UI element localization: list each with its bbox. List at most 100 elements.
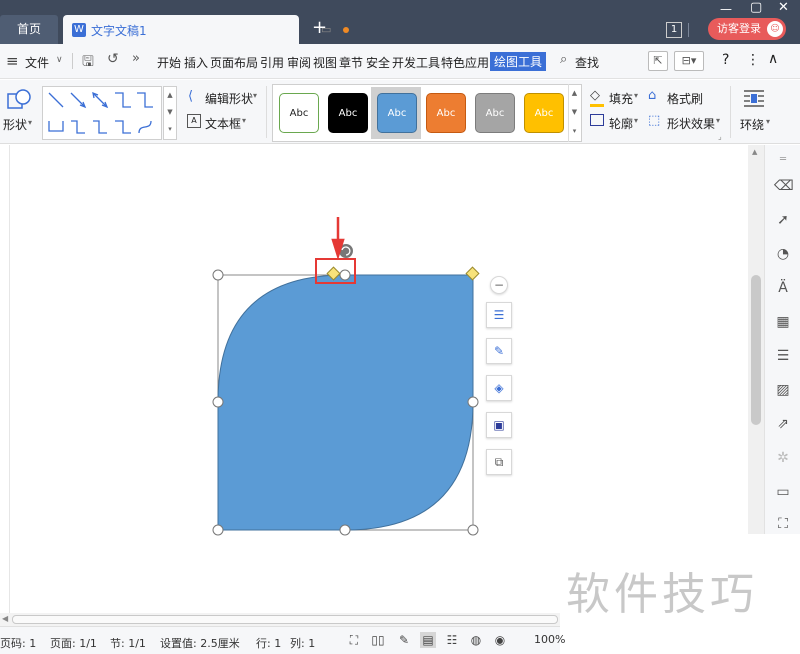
shape-effects-icon[interactable]: ⧉ xyxy=(486,449,512,475)
archive-icon[interactable]: ▭ xyxy=(774,483,792,501)
zoom-level[interactable]: 100% xyxy=(534,633,565,646)
login-button[interactable]: 访客登录 ☺ xyxy=(708,18,786,40)
textbox-button[interactable]: 文本框 xyxy=(205,115,241,132)
menu-page-layout[interactable]: 页面布局 xyxy=(210,54,258,71)
settings-gear-icon[interactable]: ✲ xyxy=(774,449,792,467)
menu-security[interactable]: 安全 xyxy=(366,54,390,71)
shape-outline-icon[interactable]: ▣ xyxy=(486,412,512,438)
chevron-down-icon[interactable]: ▾ xyxy=(634,116,638,125)
shape-style-gallery[interactable]: Abc Abc Abc Abc Abc Abc xyxy=(272,84,582,142)
format-painter-button[interactable]: 格式刷 xyxy=(667,90,703,107)
web-view-icon[interactable]: ◍ xyxy=(468,632,484,648)
menu-features[interactable]: 特色应用 xyxy=(441,54,489,71)
style-chip-gold[interactable]: Abc xyxy=(524,93,564,133)
share-export-icon[interactable]: ⇗ xyxy=(774,415,792,433)
menu-developer[interactable]: 开发工具 xyxy=(392,54,440,71)
menu-start[interactable]: 开始 xyxy=(157,54,181,71)
fill-icon[interactable]: ◇ xyxy=(590,88,600,103)
edit-shape-icon[interactable]: ⟨ xyxy=(188,89,193,104)
menu-file[interactable]: 文件 xyxy=(25,54,49,71)
style-chip-gray[interactable]: Abc xyxy=(475,93,515,133)
gallery-scroll[interactable]: ▲ ▼ ▾ xyxy=(163,86,177,140)
scroll-left-icon[interactable]: ◀ xyxy=(2,614,8,623)
wrap-text-icon[interactable] xyxy=(742,88,766,110)
chevron-down-icon[interactable]: ∨ xyxy=(56,55,63,65)
wrap-label[interactable]: 环绕 xyxy=(740,116,764,133)
share-icon[interactable]: ⇱ xyxy=(648,51,668,71)
style-gallery-scroll[interactable]: ▲ ▼ ▾ xyxy=(568,84,580,142)
new-tab-button[interactable]: + xyxy=(312,17,327,38)
chevron-down-icon[interactable]: ▾ xyxy=(634,91,638,100)
shape-effect-icon[interactable]: ⬚ xyxy=(648,113,660,128)
chevron-down-icon[interactable]: ▾ xyxy=(28,118,32,127)
scrollbar-thumb[interactable] xyxy=(12,615,558,624)
menu-references[interactable]: 引用 xyxy=(260,54,284,71)
cursor-icon[interactable]: ➚ xyxy=(774,211,792,229)
style-chip-orange[interactable]: Abc xyxy=(426,93,466,133)
teardrop-shape[interactable] xyxy=(217,274,474,531)
vertical-scrollbar[interactable]: ▲ xyxy=(748,145,764,534)
menu-find[interactable]: 查找 xyxy=(575,54,599,71)
shape-label[interactable]: 形状 xyxy=(3,116,27,133)
chevron-down-icon[interactable]: ▾ xyxy=(242,116,246,125)
search-icon[interactable]: ⌕ xyxy=(560,52,567,67)
maximize-icon[interactable]: ▢ xyxy=(750,0,762,15)
resize-handle-bottom-right[interactable] xyxy=(467,524,479,536)
shapes-icon[interactable]: ◔ xyxy=(774,245,792,263)
menu-insert[interactable]: 插入 xyxy=(184,54,208,71)
collapse-panel-icon[interactable]: − xyxy=(490,276,508,294)
outline-button[interactable]: 轮廓 xyxy=(609,115,633,132)
resize-handle-bottom[interactable] xyxy=(339,524,351,536)
minimize-icon[interactable]: — xyxy=(720,2,732,16)
text-fill-icon[interactable]: Ä xyxy=(774,279,792,297)
help-icon[interactable]: ? xyxy=(722,52,729,68)
eraser-icon[interactable]: ⌫ xyxy=(774,177,794,195)
reading-mode-icon[interactable]: ▯▯ xyxy=(370,632,386,648)
menu-drawing-tools[interactable]: 绘图工具 xyxy=(490,52,547,71)
style-chip-blue[interactable]: Abc xyxy=(377,93,417,133)
resize-handle-right[interactable] xyxy=(467,396,479,408)
image-icon[interactable]: ⛶ xyxy=(774,515,792,533)
table-icon[interactable]: ▦ xyxy=(774,313,792,331)
format-painter-icon[interactable]: ⌂ xyxy=(648,88,656,103)
chevron-down-icon[interactable]: ▾ xyxy=(766,117,770,126)
eye-protection-icon[interactable]: ◉ xyxy=(492,632,508,648)
menu-review[interactable]: 审阅 xyxy=(287,54,311,71)
undo-icon[interactable]: ↺ xyxy=(107,51,119,67)
save-icon[interactable]: 🖫 xyxy=(82,51,94,75)
tab-document[interactable]: W 文字文稿1 ▭ xyxy=(63,15,349,44)
textbox-icon[interactable]: A xyxy=(187,114,201,128)
hamburger-icon[interactable]: ≡ xyxy=(6,52,19,70)
resize-handle-top-left[interactable] xyxy=(212,269,224,281)
window-count-badge[interactable]: 1 xyxy=(666,22,682,38)
chevron-down-icon[interactable]: ▾ xyxy=(716,116,720,125)
scrollbar-thumb[interactable] xyxy=(751,275,761,425)
collaborate-icon[interactable]: ⊟▾ xyxy=(674,51,704,71)
page-view-icon[interactable]: ▤ xyxy=(420,632,436,648)
horizontal-scrollbar[interactable]: ◀ xyxy=(0,613,560,626)
layout-options-icon[interactable]: ☰ xyxy=(486,302,512,328)
close-icon[interactable]: ✕ xyxy=(778,0,789,15)
menu-view[interactable]: 视图 xyxy=(313,54,337,71)
resize-handle-left[interactable] xyxy=(212,396,224,408)
resize-handle-bottom-left[interactable] xyxy=(212,524,224,536)
adjust-sliders-icon[interactable]: ☰ xyxy=(774,347,792,365)
edit-shape-button[interactable]: 编辑形状 xyxy=(205,90,253,107)
write-mode-icon[interactable]: ✎ xyxy=(396,632,412,648)
style-chip-black[interactable]: Abc xyxy=(328,93,368,133)
pen-style-icon[interactable]: ✎ xyxy=(486,338,512,364)
more-options-icon[interactable]: ⋮ xyxy=(746,52,760,68)
dialog-launcher-icon[interactable]: ⌟ xyxy=(718,132,722,141)
scroll-up-icon[interactable]: ▲ xyxy=(752,148,757,156)
collapse-ribbon-icon[interactable]: ∧ xyxy=(768,51,778,67)
lines-gallery[interactable] xyxy=(42,86,162,140)
shape-fill-icon[interactable]: ◈ xyxy=(486,375,512,401)
outline-icon[interactable] xyxy=(590,114,604,126)
tab-home[interactable]: 首页 xyxy=(0,15,58,44)
menu-chapter[interactable]: 章节 xyxy=(339,54,363,71)
style-chip-white[interactable]: Abc xyxy=(279,93,319,133)
more-chevrons-icon[interactable]: » xyxy=(132,51,140,66)
resize-handle-top[interactable] xyxy=(339,269,351,281)
shape-effect-button[interactable]: 形状效果 xyxy=(667,115,715,132)
fill-button[interactable]: 填充 xyxy=(609,90,633,107)
